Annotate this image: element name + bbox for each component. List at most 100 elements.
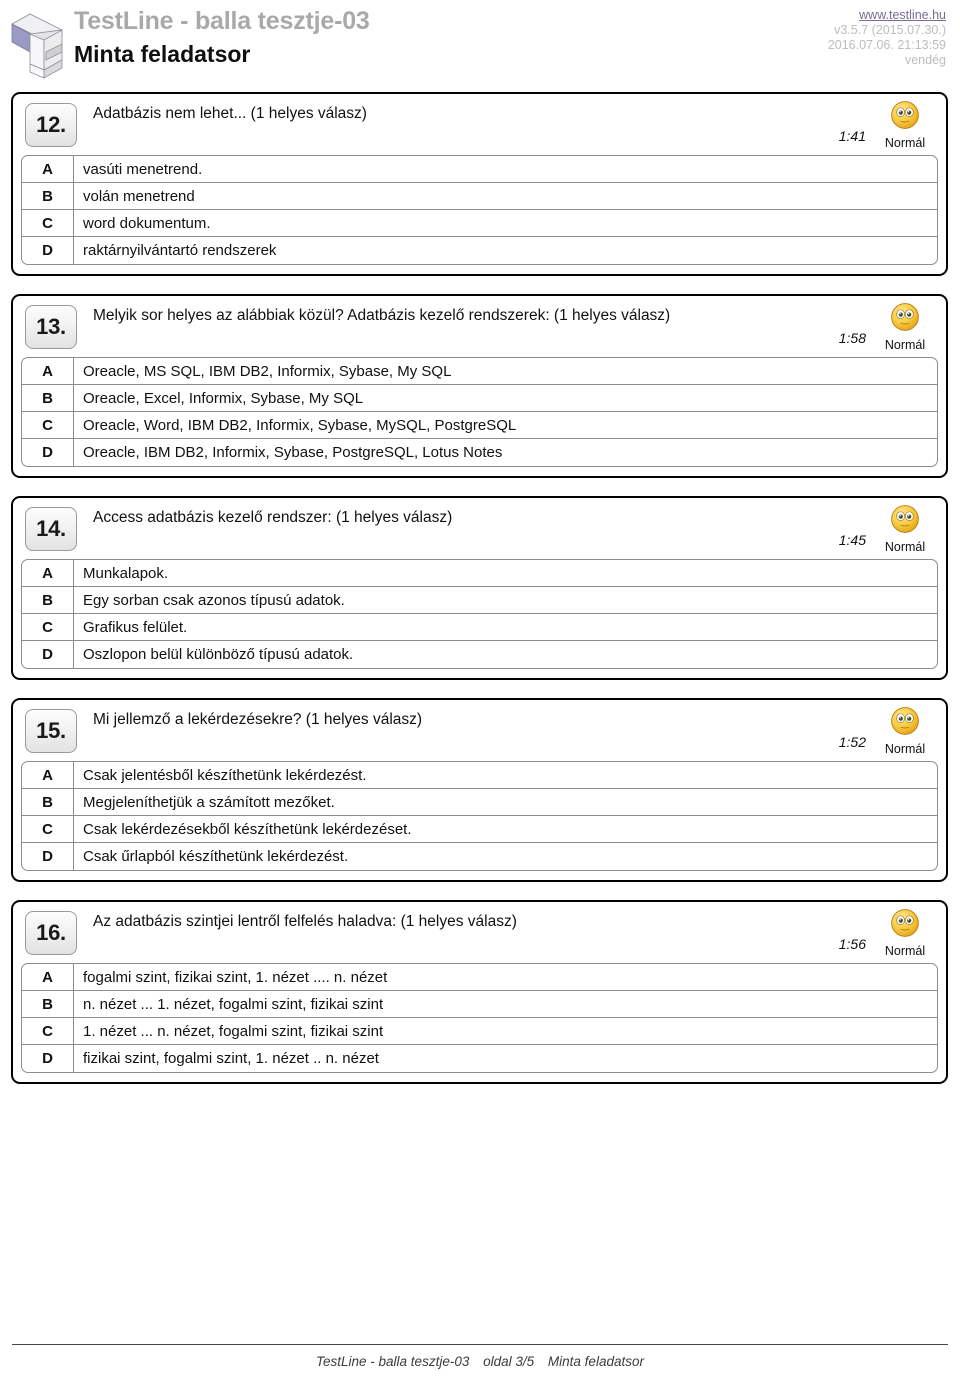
question-time: 1:52 — [838, 734, 866, 750]
answer-row-b[interactable]: B Oreacle, Excel, Informix, Sybase, My S… — [22, 385, 937, 412]
answer-text: vasúti menetrend. — [83, 160, 203, 178]
page-subtitle: Minta feladatsor — [74, 41, 251, 67]
question-number: 16. — [25, 911, 77, 955]
answer-text: Munkalapok. — [83, 564, 169, 582]
answer-row-b[interactable]: B Megjeleníthetjük a számított mezőket. — [22, 789, 937, 816]
answers-table: A Oreacle, MS SQL, IBM DB2, Informix, Sy… — [21, 357, 938, 467]
question-header: 14. Access adatbázis kezelő rendszer: (1… — [21, 505, 938, 555]
question-block-16: 16. Az adatbázis szintjei lentről felfel… — [11, 900, 948, 1084]
footer-sheet-name: Minta feladatsor — [547, 1354, 644, 1369]
answer-text: volán menetrend — [83, 187, 195, 205]
answer-row-d[interactable]: D Oreacle, IBM DB2, Informix, Sybase, Po… — [22, 439, 937, 466]
site-url-link[interactable]: www.testline.hu — [828, 8, 946, 23]
answers-table: A Munkalapok. B Egy sorban csak azonos t… — [21, 559, 938, 669]
answer-row-d[interactable]: D Csak űrlapból készíthetünk lekérdezést… — [22, 843, 937, 870]
answer-row-a[interactable]: A Munkalapok. — [22, 560, 937, 587]
answer-row-b[interactable]: B Egy sorban csak azonos típusú adatok. — [22, 587, 937, 614]
answer-text: n. nézet ... 1. nézet, fogalmi szint, fi… — [83, 995, 384, 1013]
question-time: 1:56 — [838, 936, 866, 952]
answer-text: fogalmi szint, fizikai szint, 1. nézet .… — [83, 968, 388, 986]
answer-text: Oreacle, Excel, Informix, Sybase, My SQL — [83, 389, 364, 407]
answer-letter: D — [22, 439, 74, 466]
answer-row-c[interactable]: C word dokumentum. — [22, 210, 937, 237]
question-time: 1:45 — [838, 532, 866, 548]
answer-row-b[interactable]: B n. nézet ... 1. nézet, fogalmi szint, … — [22, 991, 937, 1018]
answer-letter: D — [22, 1045, 74, 1072]
answer-row-b[interactable]: B volán menetrend — [22, 183, 937, 210]
question-level-label: Normál — [884, 540, 926, 554]
answer-text: Csak jelentésből készíthetünk lekérdezés… — [83, 766, 367, 784]
answer-letter: B — [22, 183, 74, 209]
answer-letter: A — [22, 560, 74, 586]
answer-text: fizikai szint, fogalmi szint, 1. nézet .… — [83, 1050, 379, 1067]
neutral-smiley-icon — [874, 908, 936, 943]
question-header: 13. Melyik sor helyes az alábbiak közül?… — [21, 303, 938, 353]
question-header: 12. Adatbázis nem lehet... (1 helyes vál… — [21, 101, 938, 151]
page-title: TestLine - balla tesztje-03 — [74, 7, 370, 35]
question-block-13: 13. Melyik sor helyes az alábbiak közül?… — [11, 294, 948, 478]
answer-letter: C — [22, 614, 74, 640]
question-number: 14. — [25, 507, 77, 551]
question-level: Normál — [874, 504, 936, 554]
header-meta: www.testline.hu v3.5.7 (2015.07.30.) 201… — [828, 8, 946, 68]
question-header: 16. Az adatbázis szintjei lentről felfel… — [21, 909, 938, 959]
answer-text: Megjeleníthetjük a számított mezőket. — [83, 793, 335, 811]
answer-row-c[interactable]: C Oreacle, Word, IBM DB2, Informix, Syba… — [22, 412, 937, 439]
question-block-12: 12. Adatbázis nem lehet... (1 helyes vál… — [11, 92, 948, 276]
user-label: vendég — [904, 53, 946, 67]
answer-letter: B — [22, 789, 74, 815]
answer-text: Egy sorban csak azonos típusú adatok. — [83, 591, 345, 609]
question-time: 1:58 — [838, 330, 866, 346]
neutral-smiley-icon — [874, 302, 936, 337]
question-time: 1:41 — [838, 128, 866, 144]
answer-row-a[interactable]: A fogalmi szint, fizikai szint, 1. nézet… — [22, 964, 937, 991]
answer-text: Csak lekérdezésekből készíthetünk lekérd… — [83, 820, 412, 838]
answer-letter: C — [22, 412, 74, 438]
answer-row-d[interactable]: D fizikai szint, fogalmi szint, 1. nézet… — [22, 1045, 937, 1072]
answer-text: Grafikus felület. — [83, 618, 188, 636]
question-text: Melyik sor helyes az alábbiak közül? Ada… — [93, 307, 671, 324]
testline-3d-block-logo-icon — [10, 8, 64, 80]
answer-letter: D — [22, 843, 74, 870]
answer-letter: D — [22, 641, 74, 668]
question-level-label: Normál — [884, 136, 926, 150]
footer-test-name: TestLine - balla tesztje-03 — [316, 1354, 470, 1369]
question-number: 15. — [25, 709, 77, 753]
answer-row-c[interactable]: C Grafikus felület. — [22, 614, 937, 641]
question-level-label: Normál — [884, 338, 926, 352]
question-level: Normál — [874, 302, 936, 352]
question-text: Adatbázis nem lehet... (1 helyes válasz) — [93, 105, 367, 122]
question-block-15: 15. Mi jellemző a lekérdezésekre? (1 hel… — [11, 698, 948, 882]
answer-row-c[interactable]: C Csak lekérdezésekből készíthetünk leké… — [22, 816, 937, 843]
answer-letter: B — [22, 991, 74, 1017]
answers-table: A fogalmi szint, fizikai szint, 1. nézet… — [21, 963, 938, 1073]
question-level: Normál — [874, 706, 936, 756]
answer-letter: A — [22, 358, 74, 384]
answer-letter: B — [22, 385, 74, 411]
question-header: 15. Mi jellemző a lekérdezésekre? (1 hel… — [21, 707, 938, 757]
footer-page-number: oldal 3/5 — [483, 1354, 535, 1369]
answer-letter: A — [22, 964, 74, 990]
question-level-label: Normál — [884, 742, 926, 756]
answer-letter: D — [22, 237, 74, 264]
question-text: Mi jellemző a lekérdezésekre? (1 helyes … — [93, 711, 423, 728]
neutral-smiley-icon — [874, 706, 936, 741]
answer-letter: A — [22, 762, 74, 788]
question-level: Normál — [874, 908, 936, 958]
answer-text: raktárnyilvántartó rendszerek — [83, 242, 277, 259]
answer-row-d[interactable]: D raktárnyilvántartó rendszerek — [22, 237, 937, 264]
question-number: 12. — [25, 103, 77, 147]
answer-text: 1. nézet ... n. nézet, fogalmi szint, fi… — [83, 1022, 384, 1040]
timestamp-label: 2016.07.06. 21:13:59 — [827, 38, 946, 52]
question-block-14: 14. Access adatbázis kezelő rendszer: (1… — [11, 496, 948, 680]
answer-row-c[interactable]: C 1. nézet ... n. nézet, fogalmi szint, … — [22, 1018, 937, 1045]
answer-letter: C — [22, 210, 74, 236]
answer-text: Oreacle, MS SQL, IBM DB2, Informix, Syba… — [83, 362, 452, 380]
answer-row-d[interactable]: D Oszlopon belül különböző típusú adatok… — [22, 641, 937, 668]
answer-row-a[interactable]: A vasúti menetrend. — [22, 156, 937, 183]
header-title-block: TestLine - balla tesztje-03 Minta felada… — [74, 6, 370, 69]
answer-letter: A — [22, 156, 74, 182]
answer-row-a[interactable]: A Oreacle, MS SQL, IBM DB2, Informix, Sy… — [22, 358, 937, 385]
answer-row-a[interactable]: A Csak jelentésből készíthetünk lekérdez… — [22, 762, 937, 789]
answer-text: word dokumentum. — [83, 214, 211, 232]
